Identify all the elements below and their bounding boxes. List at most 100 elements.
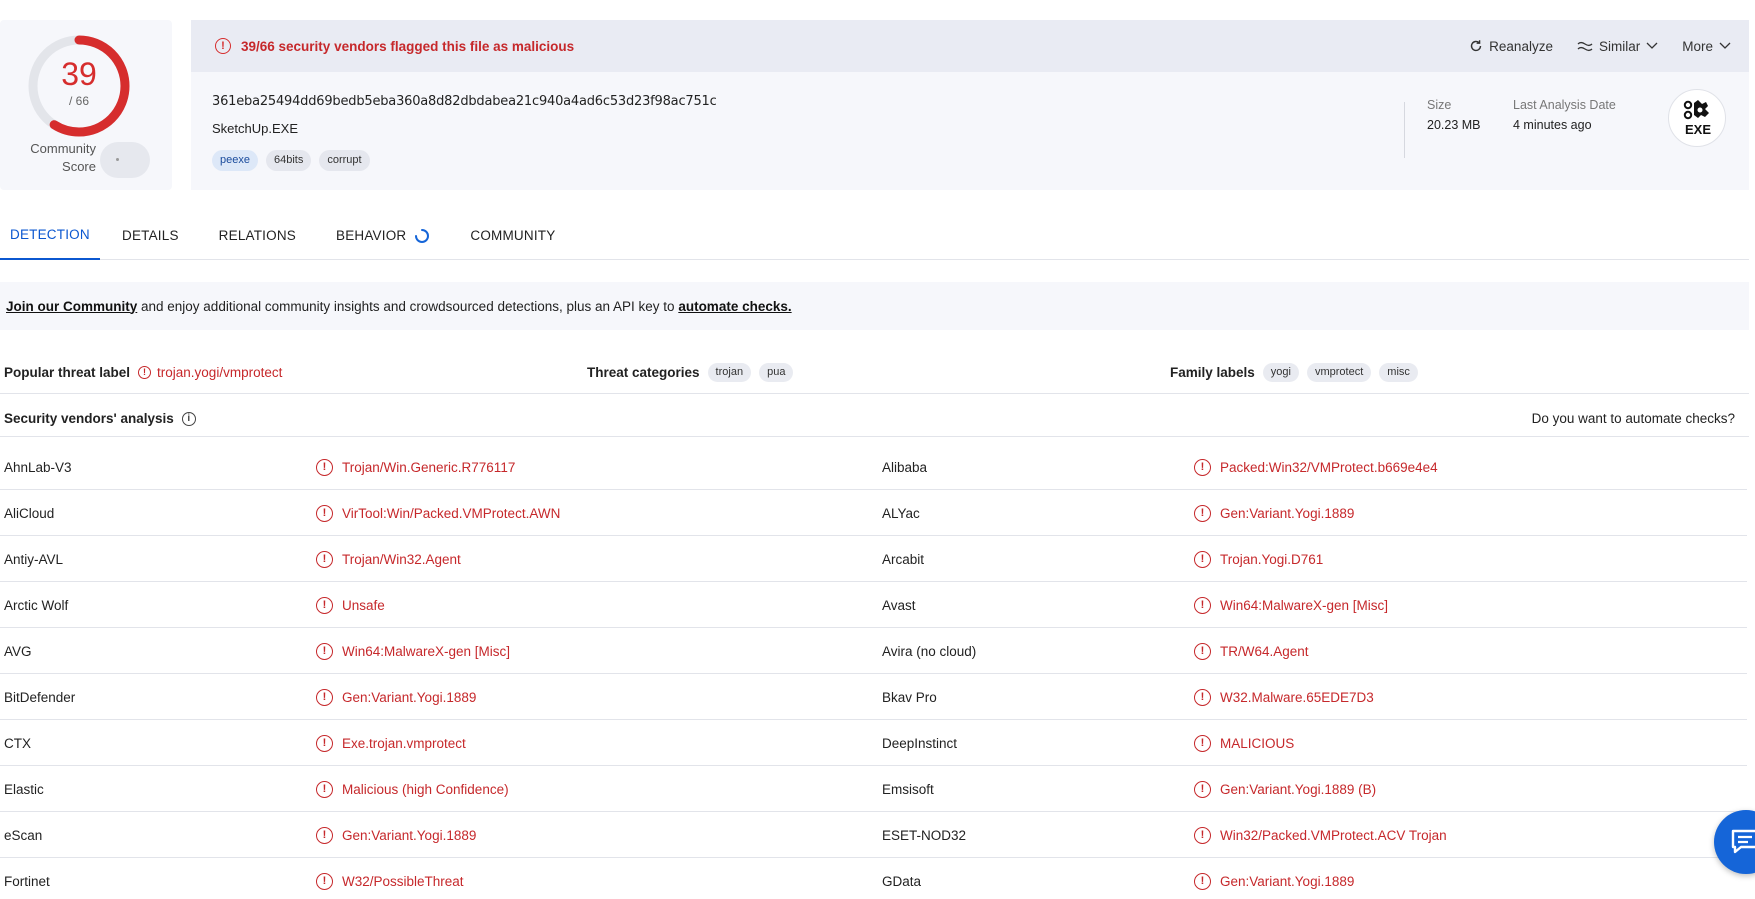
alert-circle-icon: ! (1194, 780, 1211, 798)
detection-result[interactable]: ! Trojan/Win.Generic.R776117 (316, 444, 515, 490)
detection-result[interactable]: ! VirTool:Win/Packed.VMProtect.AWN (316, 490, 560, 536)
chevron-down-icon (1719, 42, 1731, 49)
file-tags: peexe 64bits corrupt (212, 150, 370, 171)
similar-button[interactable]: Similar (1577, 39, 1658, 54)
detection-result[interactable]: ! Gen:Variant.Yogi.1889 (B) (1194, 766, 1376, 812)
last-analysis-value: 4 minutes ago (1513, 118, 1592, 132)
detection-label: Packed:Win32/VMProtect.b669e4e4 (1220, 459, 1438, 475)
vendor-label: Arctic Wolf (4, 597, 69, 613)
threat-category-chip[interactable]: trojan (707, 362, 752, 382)
threat-category-chip[interactable]: pua (759, 362, 794, 382)
last-analysis-date: Last Analysis Date 4 minutes ago (1513, 98, 1616, 132)
vendor-label: Emsisoft (882, 781, 934, 797)
detection-result[interactable]: ! MALICIOUS (1194, 720, 1294, 766)
alert-circle-icon: ! (1194, 642, 1211, 660)
vendor-name: Arcabit (882, 536, 924, 582)
join-community-link[interactable]: Join our Community (6, 299, 137, 314)
vendor-name: GData (882, 858, 921, 899)
malicious-alert-bar: ! 39/66 security vendors flagged this fi… (191, 20, 1749, 72)
file-actions: Reanalyze Similar More (1469, 20, 1731, 72)
detection-result[interactable]: ! W32/PossibleThreat (316, 858, 464, 899)
malicious-alert-text: 39/66 security vendors flagged this file… (241, 38, 575, 54)
tab-label: RELATIONS (218, 228, 296, 243)
loading-spinner-icon (415, 229, 430, 243)
automate-checks-question[interactable]: Do you want to automate checks? (1532, 401, 1735, 437)
file-tag[interactable]: 64bits (265, 150, 312, 171)
detection-result[interactable]: ! Gen:Variant.Yogi.1889 (316, 812, 476, 858)
family-label-chip[interactable]: yogi (1262, 362, 1299, 382)
vendor-label: Alibaba (882, 459, 928, 475)
tab-detection[interactable]: DETECTION (0, 212, 100, 260)
detection-label: Gen:Variant.Yogi.1889 (342, 827, 477, 843)
vendor-name: Avira (no cloud) (882, 628, 976, 674)
tab-relations[interactable]: RELATIONS (209, 212, 306, 260)
detection-result[interactable]: ! Gen:Variant.Yogi.1889 (1194, 858, 1354, 899)
report-tabs: DETECTION DETAILS RELATIONS BEHAVIOR COM… (0, 212, 1749, 260)
vendor-label: GData (882, 873, 922, 889)
file-tag[interactable]: corrupt (319, 150, 370, 171)
automate-checks-link[interactable]: automate checks. (678, 299, 791, 314)
tab-details[interactable]: DETAILS (112, 212, 189, 260)
vendor-name: eScan (4, 812, 42, 858)
similar-icon (1577, 41, 1593, 52)
detection-label: Win32/Packed.VMProtect.ACV Trojan (1220, 827, 1447, 843)
file-type-text: EXE (1685, 122, 1711, 137)
file-tag[interactable]: peexe (212, 150, 258, 171)
alert-circle-icon: ! (316, 872, 333, 890)
vendor-label: Fortinet (4, 873, 50, 889)
detection-result[interactable]: ! Trojan/Win32.Agent (316, 536, 461, 582)
vendor-label: AhnLab-V3 (4, 459, 72, 475)
threat-labels-row: Popular threat label ! trojan.yogi/vmpro… (0, 350, 1749, 394)
alert-circle-icon: ! (1194, 688, 1211, 706)
detection-result[interactable]: ! Malicious (high Confidence) (316, 766, 509, 812)
table-row: AVG! Win64:MalwareX-gen [Misc] Avira (no c… (0, 628, 1747, 674)
vendors-analysis-title: Security vendors' analysis (4, 411, 174, 426)
detection-result[interactable]: ! W32.Malware.65EDE7D3 (1194, 674, 1374, 720)
info-icon[interactable]: i (181, 411, 196, 426)
table-row: AliCloud! VirTool:Win/Packed.VMProtect.AW… (0, 490, 1747, 536)
detection-result[interactable]: ! Gen:Variant.Yogi.1889 (316, 674, 476, 720)
vendor-name: BitDefender (4, 674, 75, 720)
family-label-chip[interactable]: misc (1379, 362, 1418, 382)
detection-result[interactable]: ! Win32/Packed.VMProtect.ACV Trojan (1194, 812, 1447, 858)
table-row: AhnLab-V3 ! Trojan/Win.Generic.R776117 Alib… (0, 444, 1747, 490)
table-row: CTX! Exe.trojan.vmprotect DeepInstinct! MAL… (0, 720, 1747, 766)
detection-result[interactable]: ! Unsafe (316, 582, 385, 628)
detection-result[interactable]: ! Packed:Win32/VMProtect.b669e4e4 (1194, 444, 1438, 490)
detection-result[interactable]: ! Gen:Variant.Yogi.1889 (1194, 490, 1354, 536)
alert-circle-icon: ! (1194, 872, 1211, 890)
family-labels: Family labels yogi vmprotect misc (1170, 350, 1418, 394)
vendor-label: Antiy-AVL (4, 551, 64, 567)
tab-community[interactable]: COMMUNITY (460, 212, 565, 260)
reanalyze-button[interactable]: Reanalyze (1469, 39, 1553, 54)
detection-result[interactable]: ! Trojan.Yogi.D761 (1194, 536, 1323, 582)
alert-circle-icon: ! (1194, 458, 1211, 476)
alert-circle-icon: ! (316, 826, 333, 844)
detection-result[interactable]: ! Exe.trojan.vmprotect (316, 720, 466, 766)
vendor-label: ALYac (882, 505, 920, 521)
more-button[interactable]: More (1682, 39, 1731, 54)
more-label: More (1682, 38, 1713, 54)
family-label-chip[interactable]: vmprotect (1306, 362, 1372, 382)
detection-result[interactable]: ! TR/W64.Agent (1194, 628, 1309, 674)
file-name: SketchUp.EXE (212, 121, 298, 136)
vendor-label: Arcabit (882, 551, 925, 567)
detection-label: MALICIOUS (1220, 735, 1295, 751)
community-score-slider[interactable] (100, 142, 150, 178)
vendor-label: CTX (4, 735, 31, 751)
detection-result[interactable]: ! Win64:MalwareX-gen [Misc] (1194, 582, 1388, 628)
tab-behavior[interactable]: BEHAVIOR (326, 212, 440, 260)
vendor-results-table: AhnLab-V3 ! Trojan/Win.Generic.R776117 Alib… (0, 444, 1747, 899)
detection-result[interactable]: ! Win64:MalwareX-gen [Misc] (316, 628, 510, 674)
popular-threat-value[interactable]: ! trojan.yogi/vmprotect (138, 365, 282, 380)
tab-label: DETAILS (122, 228, 179, 243)
community-score-card: 39 / 66 Community Score (0, 20, 172, 190)
chat-icon (1731, 829, 1755, 854)
file-type-badge: EXE (1668, 89, 1726, 147)
vendor-name: Fortinet (4, 858, 50, 899)
vendor-label: ESET-NOD32 (882, 827, 967, 843)
file-hash[interactable]: 361eba25494dd69bedb5eba360a8d82dbdabea21… (212, 94, 717, 109)
community-banner: Join our Community and enjoy additional … (0, 282, 1749, 330)
alert-circle-icon: ! (1194, 550, 1211, 568)
vendors-analysis-header: Security vendors' analysis i Do you want… (0, 401, 1749, 437)
